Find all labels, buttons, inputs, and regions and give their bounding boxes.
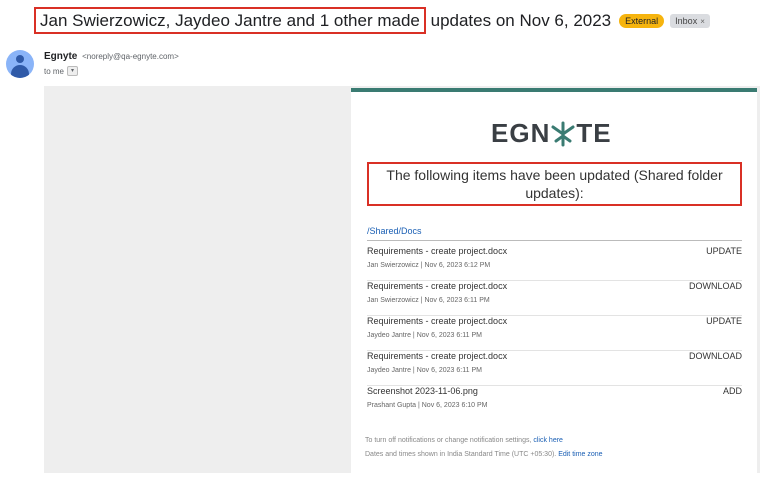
remove-label-icon[interactable]: × xyxy=(700,17,705,26)
item-meta: Jan Swierzowicz | Nov 6, 2023 6:12 PM xyxy=(367,262,491,269)
item-time: Nov 6, 2023 6:11 PM xyxy=(424,297,490,304)
update-item: Requirements - create project.docx Jayde… xyxy=(367,316,742,351)
email-subject-row: Jan Swierzowicz, Jaydeo Jantre and 1 oth… xyxy=(34,7,710,34)
item-user: Jaydeo Jantre xyxy=(367,332,411,339)
item-time: Nov 6, 2023 6:11 PM xyxy=(416,367,482,374)
logo-star-icon xyxy=(551,121,575,146)
item-action: ADD xyxy=(722,386,742,396)
update-item: Requirements - create project.docx Jan S… xyxy=(367,281,742,316)
item-file-name: Requirements - create project.docx xyxy=(367,351,508,361)
item-meta: Prashant Gupta | Nov 6, 2023 6:10 PM xyxy=(367,402,488,409)
sender-info: Egnyte <noreply@qa-egnyte.com> xyxy=(44,51,179,62)
item-action: DOWNLOAD xyxy=(688,351,742,361)
item-file-name: Requirements - create project.docx xyxy=(367,246,508,256)
item-meta: Jaydeo Jantre | Nov 6, 2023 6:11 PM xyxy=(367,367,482,374)
item-action: DOWNLOAD xyxy=(688,281,742,291)
path-divider xyxy=(367,240,742,241)
egnyte-logo: EGN TE xyxy=(491,118,612,149)
click-here-link[interactable]: click here xyxy=(533,437,563,444)
item-file-name: Screenshot 2023-11-06.png xyxy=(367,386,478,396)
sender-name: Egnyte xyxy=(44,51,78,62)
email-body-card: EGN TE The following items have been upd… xyxy=(351,88,757,477)
item-action: UPDATE xyxy=(706,316,742,326)
logo-text-right: TE xyxy=(576,118,612,148)
timezone-text: Dates and times shown in India Standard … xyxy=(365,451,557,458)
item-meta: Jan Swierzowicz | Nov 6, 2023 6:11 PM xyxy=(367,297,490,304)
update-item: Requirements - create project.docx Jayde… xyxy=(367,351,742,386)
item-action: UPDATE xyxy=(706,246,742,256)
updates-heading: The following items have been updated (S… xyxy=(386,167,723,201)
sender-email: <noreply@qa-egnyte.com> xyxy=(82,52,179,61)
inbox-label-chip[interactable]: Inbox × xyxy=(670,14,710,28)
email-subject: Jan Swierzowicz, Jaydeo Jantre and 1 oth… xyxy=(34,7,612,34)
logo-text-left: EGN xyxy=(491,118,551,148)
subject-highlighted-part: Jan Swierzowicz, Jaydeo Jantre and 1 oth… xyxy=(34,7,426,34)
avatar-body-icon xyxy=(11,65,29,78)
update-item: Requirements - create project.docx Jan S… xyxy=(367,246,742,281)
item-user: Jan Swierzowicz xyxy=(367,262,419,269)
inbox-label-text: Inbox xyxy=(675,16,698,26)
notification-settings-note: To turn off notifications or change noti… xyxy=(365,437,563,444)
sender-avatar xyxy=(6,50,34,78)
notification-settings-text: To turn off notifications or change noti… xyxy=(365,437,532,444)
update-item: Screenshot 2023-11-06.png Prashant Gupta… xyxy=(367,386,742,420)
folder-path-link[interactable]: /Shared/Docs xyxy=(367,226,422,236)
recipient-line: to me ▾ xyxy=(44,66,79,76)
item-user: Jaydeo Jantre xyxy=(367,367,411,374)
timezone-note: Dates and times shown in India Standard … xyxy=(365,451,603,458)
item-user: Prashant Gupta xyxy=(367,402,417,409)
item-meta: Jaydeo Jantre | Nov 6, 2023 6:11 PM xyxy=(367,332,482,339)
edit-time-zone-link[interactable]: Edit time zone xyxy=(558,451,602,458)
item-time: Nov 6, 2023 6:12 PM xyxy=(424,262,491,269)
external-badge: External xyxy=(619,14,665,28)
recipient-text: to me xyxy=(44,66,65,76)
item-time: Nov 6, 2023 6:11 PM xyxy=(416,332,482,339)
item-file-name: Requirements - create project.docx xyxy=(367,281,508,291)
avatar-head-icon xyxy=(16,55,24,63)
item-user: Jan Swierzowicz xyxy=(367,297,419,304)
item-file-name: Requirements - create project.docx xyxy=(367,316,508,326)
recipient-details-dropdown-icon[interactable]: ▾ xyxy=(67,66,79,76)
item-time: Nov 6, 2023 6:10 PM xyxy=(421,402,488,409)
subject-rest: updates on Nov 6, 2023 xyxy=(430,11,612,30)
